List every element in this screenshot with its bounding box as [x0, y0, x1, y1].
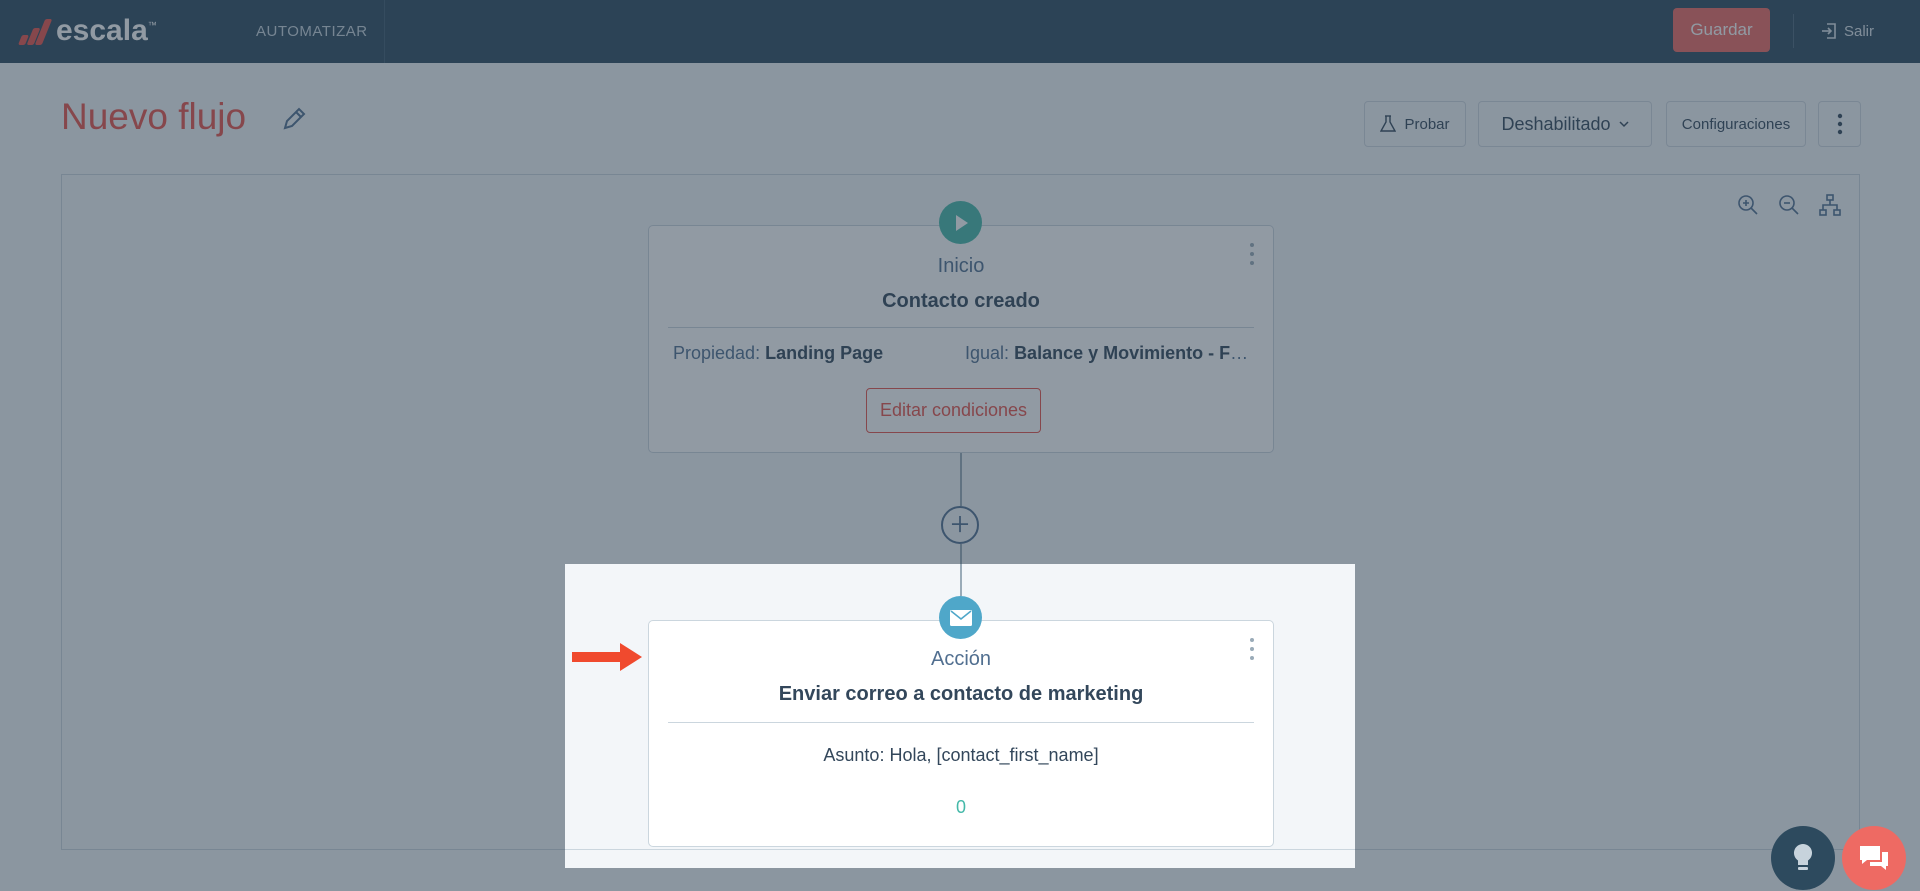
logo-mark-icon: [17, 17, 53, 45]
org-chart-icon[interactable]: [1818, 193, 1842, 217]
play-icon: [955, 214, 968, 231]
trigger-node[interactable]: Inicio Contacto creado Propiedad: Landin…: [648, 225, 1274, 453]
node-divider: [668, 327, 1254, 328]
more-options-button[interactable]: [1818, 101, 1861, 147]
connector-line: [960, 453, 962, 506]
exit-button[interactable]: Salir: [1820, 18, 1874, 44]
chat-button[interactable]: [1842, 826, 1906, 890]
lightbulb-icon: [1793, 843, 1813, 870]
zoom-out-icon[interactable]: [1777, 193, 1801, 217]
zoom-in-icon[interactable]: [1736, 193, 1760, 217]
envelope-icon: [949, 609, 972, 626]
top-navigation-bar: escala ™ AUTOMATIZAR Guardar Salir: [0, 0, 1920, 63]
nav-divider: [1793, 14, 1794, 48]
trigger-node-badge: [939, 201, 982, 244]
edit-conditions-button[interactable]: Editar condiciones: [866, 388, 1041, 433]
tips-button[interactable]: [1771, 826, 1835, 890]
logo-text: escala: [56, 14, 148, 47]
chat-icon: [1860, 846, 1888, 870]
nav-item-automatizar[interactable]: AUTOMATIZAR: [240, 0, 385, 63]
node-title: Enviar correo a contacto de marketing: [778, 683, 1144, 705]
sign-out-icon: [1822, 23, 1836, 39]
status-dropdown[interactable]: Deshabilitado: [1478, 101, 1652, 147]
node-kind-label: Inicio: [937, 255, 985, 277]
connector-line: [960, 544, 962, 596]
exit-label: Salir: [1844, 22, 1875, 40]
node-kind-label: Acción: [930, 648, 992, 670]
flask-icon: [1380, 115, 1397, 132]
page-title: Nuevo flujo: [61, 96, 247, 137]
arrow-right-icon: [572, 643, 642, 671]
escala-logo[interactable]: escala ™: [17, 14, 157, 48]
email-subject: Asunto: Hola, [contact_first_name]: [823, 745, 1099, 765]
test-button[interactable]: Probar: [1364, 101, 1466, 147]
contact-count[interactable]: 0: [649, 797, 1273, 818]
status-label: Deshabilitado: [1501, 113, 1611, 134]
pencil-icon[interactable]: [279, 104, 309, 134]
condition-value: Igual: Balance y Movimiento - Formulario: [965, 343, 1255, 363]
logo-trademark: ™: [147, 20, 157, 30]
vertical-ellipsis-icon: [1837, 113, 1842, 135]
condition-property: Propiedad: Landing Page: [673, 343, 884, 363]
test-label: Probar: [1404, 115, 1450, 133]
action-node[interactable]: Acción Enviar correo a contacto de marke…: [648, 620, 1274, 847]
chevron-down-icon: [1619, 121, 1629, 128]
node-title: Contacto creado: [882, 290, 1040, 312]
save-button[interactable]: Guardar: [1673, 8, 1770, 52]
plus-icon[interactable]: [941, 506, 979, 544]
condition-row: Propiedad: Landing Page Igual: Balance y…: [673, 343, 1255, 364]
action-node-badge: [939, 596, 982, 639]
node-divider: [668, 722, 1254, 723]
settings-button[interactable]: Configuraciones: [1666, 101, 1806, 147]
zoom-toolbar: [1736, 193, 1842, 217]
